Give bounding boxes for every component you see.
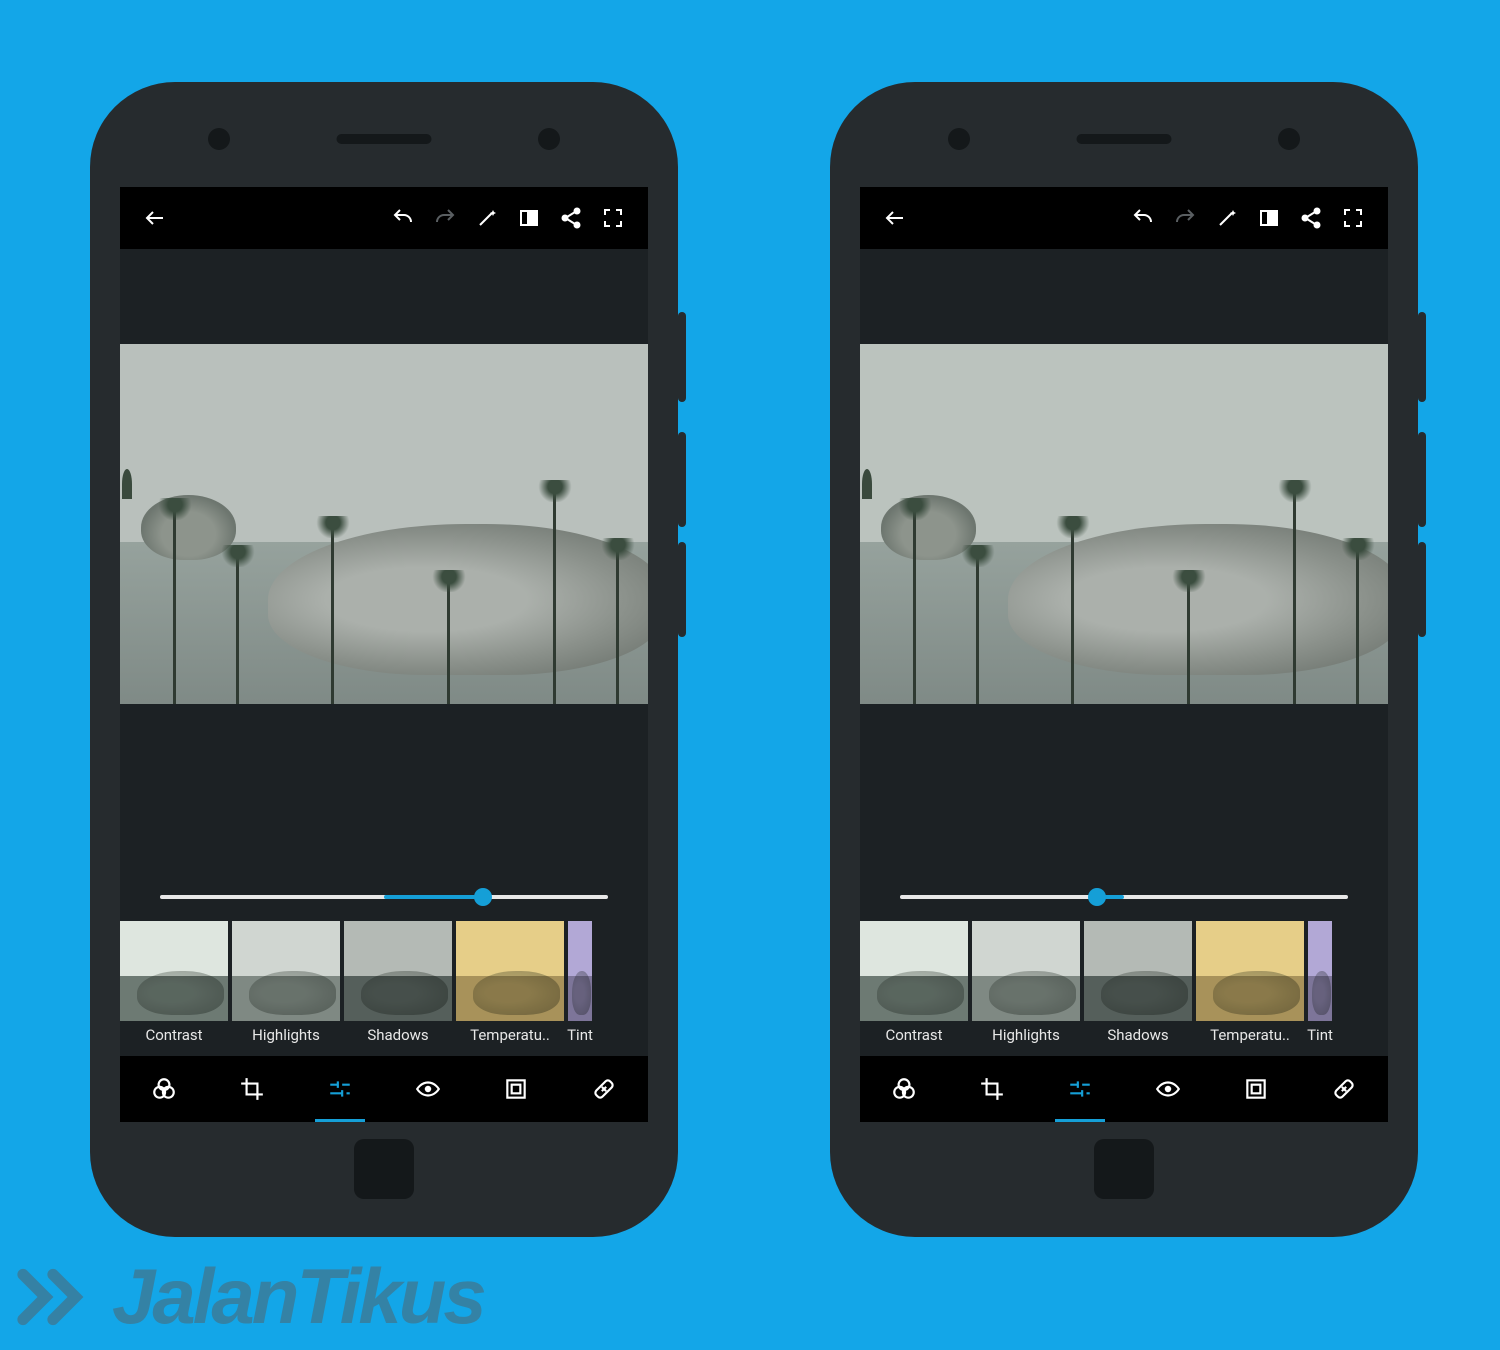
editor-bottom-nav bbox=[120, 1056, 648, 1122]
phone-volume-down bbox=[678, 542, 686, 637]
phone-camera bbox=[538, 128, 560, 150]
adjust-temperature[interactable]: Temperatu.. bbox=[456, 921, 564, 1056]
compare-button[interactable] bbox=[1248, 197, 1290, 239]
share-button[interactable] bbox=[550, 197, 592, 239]
nav-adjust[interactable] bbox=[296, 1056, 384, 1122]
adjust-slider[interactable] bbox=[120, 873, 648, 921]
adjustments-strip[interactable]: Contrast Highlights Shadows Temperatu.. … bbox=[120, 921, 648, 1056]
adjust-temperature[interactable]: Temperatu.. bbox=[1196, 921, 1304, 1056]
watermark-logo-icon bbox=[8, 1252, 98, 1342]
adjust-label: Shadows bbox=[1107, 1026, 1168, 1044]
redo-button[interactable] bbox=[1164, 197, 1206, 239]
nav-adjust[interactable] bbox=[1036, 1056, 1124, 1122]
phone-speaker bbox=[1077, 134, 1172, 144]
adjust-tint[interactable]: Tint bbox=[568, 921, 592, 1056]
share-button[interactable] bbox=[1290, 197, 1332, 239]
fullscreen-button[interactable] bbox=[1332, 197, 1374, 239]
watermark-text: JalanTikus bbox=[112, 1251, 484, 1342]
adjustments-strip[interactable]: Contrast Highlights Shadows Temperatu.. … bbox=[860, 921, 1388, 1056]
image-viewport[interactable] bbox=[860, 249, 1388, 873]
phone-power-button bbox=[1418, 312, 1426, 402]
phone-volume-up bbox=[1418, 432, 1426, 527]
back-button[interactable] bbox=[874, 197, 916, 239]
auto-enhance-button[interactable] bbox=[1206, 197, 1248, 239]
nav-looks[interactable] bbox=[120, 1056, 208, 1122]
phone-mockup-right: Contrast Highlights Shadows Temperatu.. … bbox=[830, 82, 1418, 1237]
adjust-highlights[interactable]: Highlights bbox=[972, 921, 1080, 1056]
app-screen: Contrast Highlights Shadows Temperatu.. … bbox=[860, 187, 1388, 1122]
phone-speaker bbox=[337, 134, 432, 144]
adjust-contrast[interactable]: Contrast bbox=[860, 921, 968, 1056]
phone-mockup-left: Contrast Highlights Shadows Temperatu.. … bbox=[90, 82, 678, 1237]
phone-volume-up bbox=[678, 432, 686, 527]
app-screen: Contrast Highlights Shadows Temperatu.. … bbox=[120, 187, 648, 1122]
editor-toolbar bbox=[120, 187, 648, 249]
nav-heal[interactable] bbox=[1300, 1056, 1388, 1122]
nav-redeye[interactable] bbox=[384, 1056, 472, 1122]
phone-home-button bbox=[1094, 1139, 1154, 1199]
adjust-label: Shadows bbox=[367, 1026, 428, 1044]
adjust-label: Contrast bbox=[145, 1026, 202, 1044]
nav-crop[interactable] bbox=[208, 1056, 296, 1122]
phone-home-button bbox=[354, 1139, 414, 1199]
nav-redeye[interactable] bbox=[1124, 1056, 1212, 1122]
redo-button[interactable] bbox=[424, 197, 466, 239]
image-viewport[interactable] bbox=[120, 249, 648, 873]
undo-button[interactable] bbox=[382, 197, 424, 239]
adjust-label: Highlights bbox=[252, 1026, 320, 1044]
phone-volume-down bbox=[1418, 542, 1426, 637]
undo-button[interactable] bbox=[1122, 197, 1164, 239]
nav-heal[interactable] bbox=[560, 1056, 648, 1122]
adjust-contrast[interactable]: Contrast bbox=[120, 921, 228, 1056]
watermark: JalanTikus bbox=[8, 1251, 484, 1342]
adjust-shadows[interactable]: Shadows bbox=[1084, 921, 1192, 1056]
adjust-shadows[interactable]: Shadows bbox=[344, 921, 452, 1056]
fullscreen-button[interactable] bbox=[592, 197, 634, 239]
adjust-label: Highlights bbox=[992, 1026, 1060, 1044]
nav-looks[interactable] bbox=[860, 1056, 948, 1122]
photo-preview bbox=[120, 344, 648, 704]
adjust-label: Temperatu.. bbox=[1210, 1026, 1290, 1044]
photo-preview bbox=[860, 344, 1388, 704]
nav-frames[interactable] bbox=[472, 1056, 560, 1122]
adjust-tint[interactable]: Tint bbox=[1308, 921, 1332, 1056]
nav-frames[interactable] bbox=[1212, 1056, 1300, 1122]
editor-toolbar bbox=[860, 187, 1388, 249]
adjust-label: Tint bbox=[567, 1026, 593, 1044]
phone-sensor bbox=[948, 128, 970, 150]
phone-sensor bbox=[208, 128, 230, 150]
auto-enhance-button[interactable] bbox=[466, 197, 508, 239]
phone-camera bbox=[1278, 128, 1300, 150]
adjust-label: Tint bbox=[1307, 1026, 1333, 1044]
adjust-label: Temperatu.. bbox=[470, 1026, 550, 1044]
compare-button[interactable] bbox=[508, 197, 550, 239]
adjust-slider[interactable] bbox=[860, 873, 1388, 921]
adjust-highlights[interactable]: Highlights bbox=[232, 921, 340, 1056]
nav-crop[interactable] bbox=[948, 1056, 1036, 1122]
phone-power-button bbox=[678, 312, 686, 402]
adjust-label: Contrast bbox=[885, 1026, 942, 1044]
editor-bottom-nav bbox=[860, 1056, 1388, 1122]
back-button[interactable] bbox=[134, 197, 176, 239]
